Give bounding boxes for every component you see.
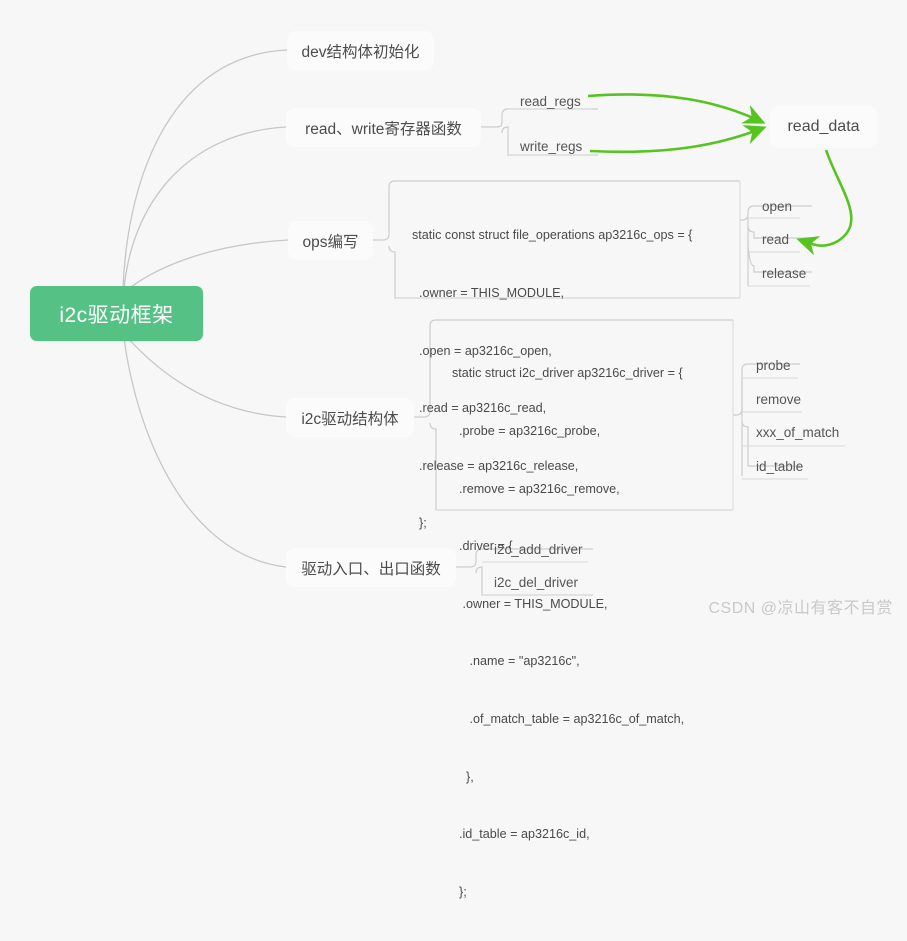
code-line: }, — [452, 769, 474, 784]
code-line: .owner = THIS_MODULE, — [452, 596, 608, 611]
leaf-node-label: read — [762, 232, 790, 247]
code-line: static struct i2c_driver ap3216c_driver … — [452, 366, 683, 381]
callout-node-label: read_data — [787, 118, 860, 135]
code-block-file-operations: static const struct file_operations ap32… — [396, 182, 740, 530]
code-line: }; — [452, 884, 467, 899]
leaf-node-label: probe — [756, 358, 791, 373]
callout-node-read-data[interactable]: read_data — [770, 106, 877, 148]
arrow-read-regs-to-read-data — [587, 93, 766, 124]
leaf-node-remove[interactable]: remove — [744, 391, 814, 408]
watermark-text: CSDN @凉山有客不自赏 — [708, 600, 893, 617]
root-node-label: i2c驱动框架 — [59, 303, 174, 327]
leaf-node-release[interactable]: release — [750, 265, 816, 282]
branch-node-label: i2c驱动结构体 — [301, 410, 399, 428]
code-line: static const struct file_operations ap32… — [412, 228, 693, 243]
branch-node-label: read、write寄存器函数 — [305, 120, 462, 138]
leaf-node-label: xxx_of_match — [756, 425, 840, 440]
leaf-node-label: read_regs — [520, 94, 581, 109]
leaf-node-write-regs[interactable]: write_regs — [508, 138, 596, 155]
leaf-node-label: i2c_add_driver — [494, 542, 583, 557]
leaf-node-read[interactable]: read — [750, 231, 810, 248]
code-line: .probe = ap3216c_probe, — [452, 424, 601, 439]
branch-node-i2c-driver-struct[interactable]: i2c驱动结构体 — [286, 398, 414, 437]
code-block-i2c-driver: static struct i2c_driver ap3216c_driver … — [436, 320, 733, 898]
branch-node-read-write-regs[interactable]: read、write寄存器函数 — [286, 108, 481, 147]
leaf-node-label: id_table — [756, 459, 804, 474]
branch-node-label: dev结构体初始化 — [301, 43, 420, 61]
leaf-node-label: release — [762, 266, 807, 281]
code-line: .name = "ap3216c", — [452, 654, 580, 669]
leaf-node-xxx-of-match[interactable]: xxx_of_match — [744, 424, 849, 441]
arrow-write-regs-to-read-data — [589, 125, 767, 154]
leaf-node-i2c-del-driver[interactable]: i2c_del_driver — [482, 574, 592, 591]
branch-node-label: ops编写 — [302, 233, 359, 251]
leaf-node-label: remove — [756, 392, 802, 407]
csdn-watermark: CSDN @凉山有客不自赏 — [708, 594, 893, 618]
code-line: .owner = THIS_MODULE, — [412, 286, 564, 301]
branch-node-dev-init[interactable]: dev结构体初始化 — [287, 31, 434, 70]
leaf-node-i2c-add-driver[interactable]: i2c_add_driver — [482, 541, 592, 558]
branch-node-ops-write[interactable]: ops编写 — [288, 221, 373, 260]
leaf-node-open[interactable]: open — [750, 198, 810, 215]
leaf-node-label: write_regs — [520, 139, 583, 154]
code-line: .of_match_table = ap3216c_of_match, — [452, 712, 685, 727]
root-node-i2c-driver-framework[interactable]: i2c驱动框架 — [30, 286, 203, 341]
leaf-node-read-regs[interactable]: read_regs — [508, 93, 594, 110]
leaf-node-probe[interactable]: probe — [744, 357, 804, 374]
mindmap-canvas: i2c驱动框架 dev结构体初始化 read、write寄存器函数 ops编写 … — [0, 0, 907, 899]
code-line: .remove = ap3216c_remove, — [452, 481, 620, 496]
leaf-node-label: open — [762, 199, 793, 214]
code-line: .id_table = ap3216c_id, — [452, 827, 590, 842]
leaf-node-id-table[interactable]: id_table — [744, 458, 816, 475]
leaf-node-label: i2c_del_driver — [494, 575, 579, 590]
